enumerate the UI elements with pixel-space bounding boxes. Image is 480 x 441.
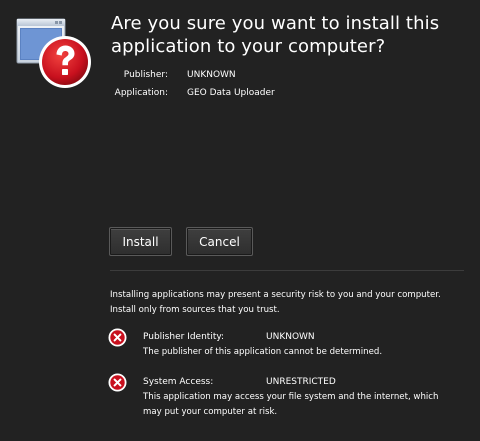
risk-description: This application may access your file sy…: [143, 392, 439, 417]
risk-description: The publisher of this application cannot…: [143, 347, 383, 357]
publisher-label: Publisher:: [123, 70, 168, 80]
error-x-icon: [108, 328, 127, 347]
application-value: GEO Data Uploader: [187, 88, 275, 98]
application-label: Application:: [114, 88, 168, 98]
divider: [110, 270, 464, 271]
risk-label: Publisher Identity:: [143, 332, 225, 342]
application-question-icon: [16, 18, 91, 88]
cancel-button[interactable]: Cancel: [186, 227, 253, 256]
publisher-value: UNKNOWN: [187, 70, 236, 80]
error-x-icon: [108, 373, 127, 392]
install-button[interactable]: Install: [109, 227, 172, 256]
risk-label: System Access:: [143, 377, 214, 387]
dialog-title: Are you sure you want to install this ap…: [111, 13, 440, 57]
risk-value: UNKNOWN: [266, 332, 315, 342]
risk-value: UNRESTRICTED: [266, 377, 336, 387]
security-warning: Installing applications may present a se…: [110, 290, 441, 315]
